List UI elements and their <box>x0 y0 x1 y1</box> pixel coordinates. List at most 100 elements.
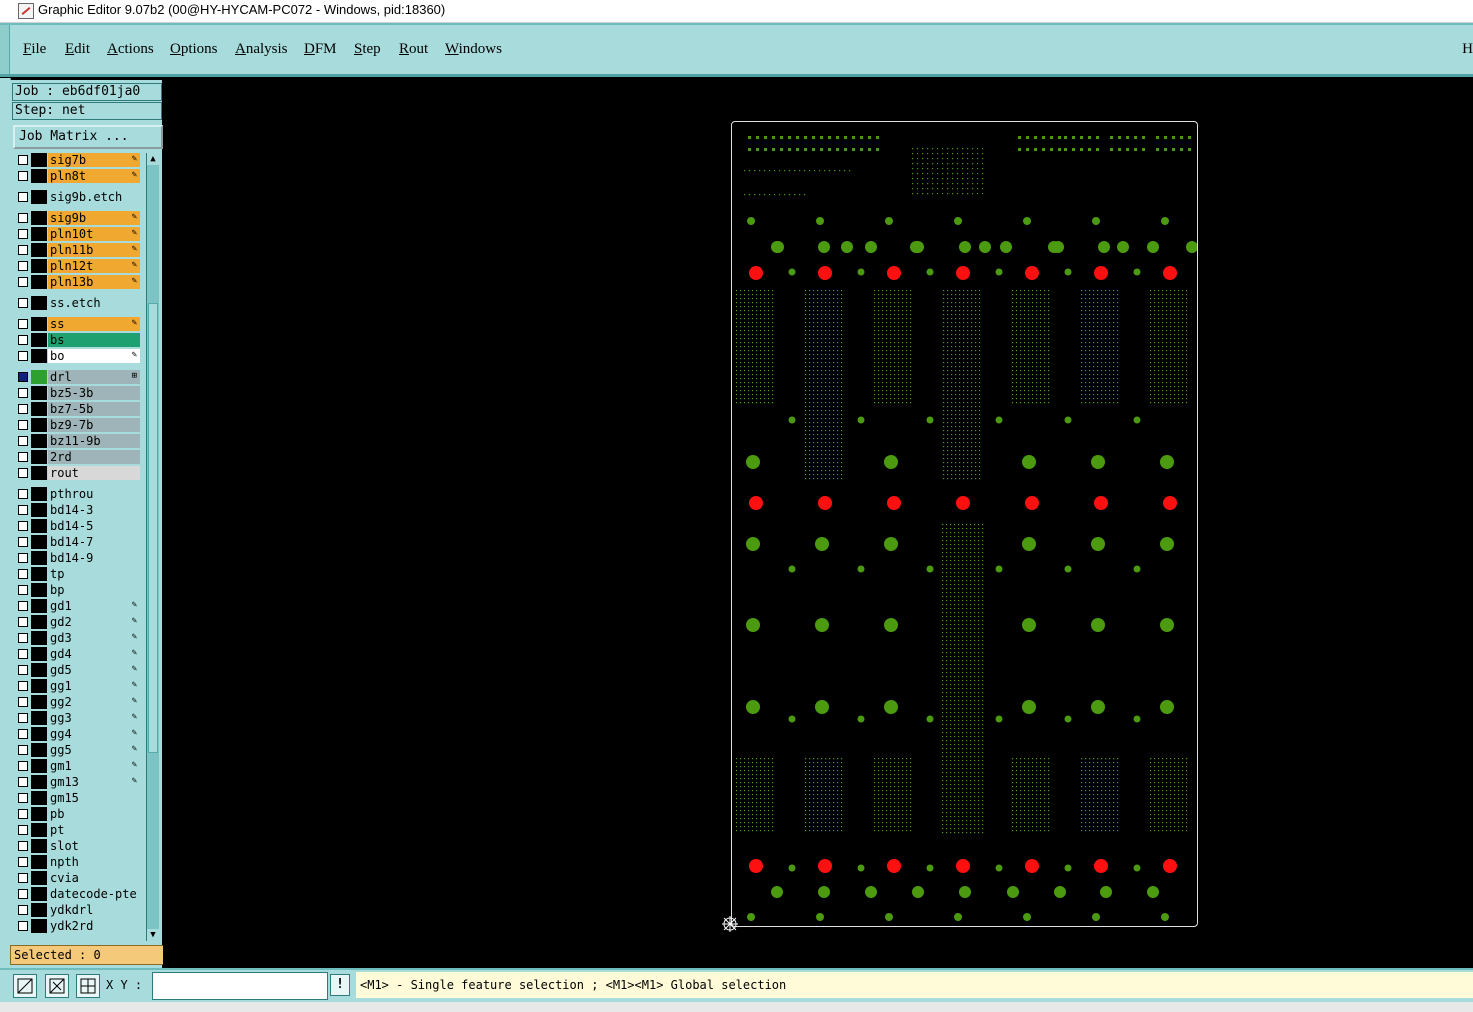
layer-checkbox[interactable] <box>18 452 28 462</box>
layer-name[interactable]: gg1 <box>48 679 140 693</box>
layer-name[interactable]: slot <box>48 839 140 853</box>
layer-row-bz11-9b[interactable]: bz11-9b <box>14 434 140 448</box>
layer-name[interactable]: gm13 <box>48 775 140 789</box>
layer-name[interactable]: bd14-5 <box>48 519 140 533</box>
layer-color-swatch[interactable] <box>31 317 47 331</box>
layer-color-swatch[interactable] <box>31 615 47 629</box>
layer-name[interactable]: gm1 <box>48 759 140 773</box>
layer-color-swatch[interactable] <box>31 418 47 432</box>
layer-color-swatch[interactable] <box>31 727 47 741</box>
layer-row-gd4[interactable]: gd4 ✎ <box>14 647 140 661</box>
layer-name[interactable]: pln12t <box>48 259 140 273</box>
exclamation-icon[interactable]: ! <box>330 974 350 996</box>
layer-checkbox[interactable] <box>18 319 28 329</box>
layer-row-pln10t[interactable]: pln10t ✎ <box>14 227 140 241</box>
layer-color-swatch[interactable] <box>31 370 47 384</box>
layer-color-swatch[interactable] <box>31 349 47 363</box>
layer-checkbox[interactable] <box>18 905 28 915</box>
menu-file[interactable]: File <box>23 41 46 58</box>
layer-name[interactable]: bz11-9b <box>48 434 140 448</box>
layer-checkbox[interactable] <box>18 404 28 414</box>
layer-row-gm15[interactable]: gm15 <box>14 791 140 805</box>
layer-checkbox[interactable] <box>18 793 28 803</box>
layer-name[interactable]: sig7b <box>48 153 140 167</box>
graphic-canvas[interactable] <box>163 80 1473 968</box>
layer-name[interactable]: pb <box>48 807 140 821</box>
layer-row-gm1[interactable]: gm1 ✎ <box>14 759 140 773</box>
layer-row-gg1[interactable]: gg1 ✎ <box>14 679 140 693</box>
layer-row-gg5[interactable]: gg5 ✎ <box>14 743 140 757</box>
layer-name[interactable]: pln10t <box>48 227 140 241</box>
layer-color-swatch[interactable] <box>31 211 47 225</box>
layer-name[interactable]: gg3 <box>48 711 140 725</box>
layer-color-swatch[interactable] <box>31 333 47 347</box>
layer-color-swatch[interactable] <box>31 386 47 400</box>
layer-color-swatch[interactable] <box>31 275 47 289</box>
layer-color-swatch[interactable] <box>31 647 47 661</box>
layer-name[interactable]: ss.etch <box>48 296 140 310</box>
layer-checkbox[interactable] <box>18 873 28 883</box>
layer-row-sig7b[interactable]: sig7b ✎ <box>14 153 140 167</box>
menu-options[interactable]: Options <box>170 41 218 58</box>
layer-row-bd14-9[interactable]: bd14-9 <box>14 551 140 565</box>
layer-color-swatch[interactable] <box>31 791 47 805</box>
layer-checkbox[interactable] <box>18 841 28 851</box>
layer-checkbox[interactable] <box>18 436 28 446</box>
layer-color-swatch[interactable] <box>31 903 47 917</box>
layer-name[interactable]: ss <box>48 317 140 331</box>
layer-color-swatch[interactable] <box>31 153 47 167</box>
layer-row-pthrou[interactable]: pthrou <box>14 487 140 501</box>
layer-color-swatch[interactable] <box>31 743 47 757</box>
layer-color-swatch[interactable] <box>31 190 47 204</box>
layer-name[interactable]: rout <box>48 466 140 480</box>
menu-help-partial[interactable]: H <box>1462 41 1473 58</box>
layer-color-swatch[interactable] <box>31 296 47 310</box>
layer-row-slot[interactable]: slot <box>14 839 140 853</box>
layer-row-pt[interactable]: pt <box>14 823 140 837</box>
layer-row-ss[interactable]: ss ✎ <box>14 317 140 331</box>
menu-analysis[interactable]: Analysis <box>235 41 288 58</box>
layer-row-gg2[interactable]: gg2 ✎ <box>14 695 140 709</box>
layer-color-swatch[interactable] <box>31 695 47 709</box>
layer-row-gd5[interactable]: gd5 ✎ <box>14 663 140 677</box>
layer-name[interactable]: bd14-9 <box>48 551 140 565</box>
layer-checkbox[interactable] <box>18 468 28 478</box>
layer-checkbox[interactable] <box>18 649 28 659</box>
layer-row-bz5-3b[interactable]: bz5-3b <box>14 386 140 400</box>
layer-checkbox[interactable] <box>18 351 28 361</box>
layer-color-swatch[interactable] <box>31 871 47 885</box>
layer-color-swatch[interactable] <box>31 599 47 613</box>
layer-name[interactable]: npth <box>48 855 140 869</box>
layer-row-pln8t[interactable]: pln8t ✎ <box>14 169 140 183</box>
layer-color-swatch[interactable] <box>31 402 47 416</box>
layer-row-bd14-7[interactable]: bd14-7 <box>14 535 140 549</box>
layer-row-gd1[interactable]: gd1 ✎ <box>14 599 140 613</box>
menu-dfm[interactable]: DFM <box>304 41 337 58</box>
layer-row-pln11b[interactable]: pln11b ✎ <box>14 243 140 257</box>
layer-color-swatch[interactable] <box>31 243 47 257</box>
job-matrix-button[interactable]: Job Matrix ... <box>13 125 163 149</box>
layer-color-swatch[interactable] <box>31 434 47 448</box>
layer-checkbox[interactable] <box>18 420 28 430</box>
layer-color-swatch[interactable] <box>31 259 47 273</box>
layer-name[interactable]: gd5 <box>48 663 140 677</box>
grid-icon[interactable] <box>76 974 100 998</box>
layer-checkbox[interactable] <box>18 857 28 867</box>
layer-name[interactable]: pln11b <box>48 243 140 257</box>
layer-checkbox[interactable] <box>18 505 28 515</box>
layer-checkbox[interactable] <box>18 489 28 499</box>
layer-row-rout[interactable]: rout <box>14 466 140 480</box>
layer-name[interactable]: gg2 <box>48 695 140 709</box>
layer-row-bz7-5b[interactable]: bz7-5b <box>14 402 140 416</box>
layer-color-swatch[interactable] <box>31 227 47 241</box>
layer-checkbox[interactable] <box>18 825 28 835</box>
layer-name[interactable]: gd2 <box>48 615 140 629</box>
menu-rout[interactable]: Rout <box>399 41 428 58</box>
layer-row-npth[interactable]: npth <box>14 855 140 869</box>
layer-color-swatch[interactable] <box>31 711 47 725</box>
layer-color-swatch[interactable] <box>31 919 47 933</box>
layer-color-swatch[interactable] <box>31 663 47 677</box>
layer-name[interactable]: drl <box>48 370 140 384</box>
layer-color-swatch[interactable] <box>31 823 47 837</box>
layer-checkbox[interactable] <box>18 192 28 202</box>
